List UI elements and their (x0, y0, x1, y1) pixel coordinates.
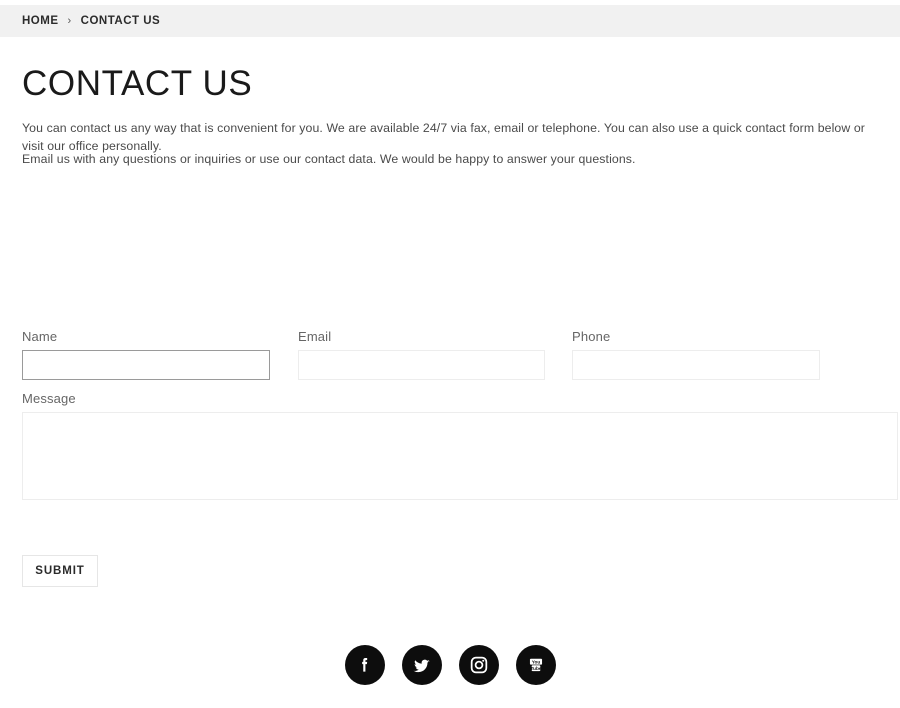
email-input[interactable] (298, 350, 545, 380)
svg-text:Tube: Tube (530, 666, 541, 672)
field-label-email: Email (298, 329, 332, 344)
field-phone: Phone (572, 329, 820, 380)
breadcrumb-current-contact-us: CONTACT US (80, 15, 161, 27)
social-links: You Tube (0, 645, 900, 685)
field-label-message: Message (22, 391, 76, 406)
breadcrumb-link-home[interactable]: HOME (22, 15, 59, 27)
instagram-icon[interactable] (458, 645, 499, 685)
breadcrumb-bar: HOME › CONTACT US (0, 5, 900, 37)
map-placeholder (0, 177, 900, 332)
facebook-icon[interactable] (344, 645, 385, 685)
twitter-icon[interactable] (401, 645, 442, 685)
field-name: Name (22, 329, 270, 380)
breadcrumb: HOME › CONTACT US (22, 15, 160, 27)
youtube-icon[interactable]: You Tube (515, 645, 556, 685)
page-title: CONTACT US (22, 64, 253, 103)
svg-text:You: You (531, 660, 540, 666)
form-row-primary: Name Email Phone (0, 329, 900, 384)
phone-input[interactable] (572, 350, 820, 380)
intro-paragraph-2: Email us with any questions or inquiries… (22, 152, 636, 166)
contact-form: Name Email Phone Message SUBMIT (0, 329, 900, 587)
field-label-phone: Phone (572, 329, 611, 344)
submit-button[interactable]: SUBMIT (22, 555, 98, 587)
field-message: Message (22, 391, 898, 500)
name-input[interactable] (22, 350, 270, 380)
field-email: Email (298, 329, 545, 380)
field-label-name: Name (22, 329, 58, 344)
message-textarea[interactable] (22, 412, 898, 500)
chevron-right-icon: › (67, 15, 72, 27)
